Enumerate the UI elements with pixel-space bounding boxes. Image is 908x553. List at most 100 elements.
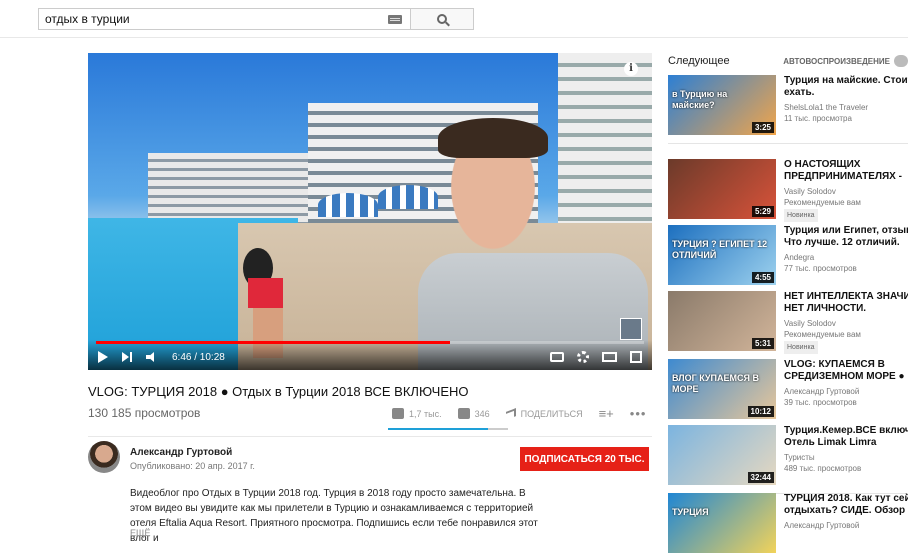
view-count: 130 185 просмотров — [88, 406, 201, 420]
share-icon — [505, 407, 516, 420]
sidebar-header: Следующее АВТОВОСПРОИЗВЕДЕНИЕ — [668, 53, 908, 69]
next-button[interactable] — [122, 352, 132, 362]
recommended-video[interactable]: 5:31 НЕТ ИНТЕЛЛЕКТА ЗНАЧИТ НЕТ ЛИЧНОСТИ. Va… — [668, 291, 908, 354]
recommended-video-channel[interactable]: Vasily Solodov — [784, 186, 836, 197]
autoplay-label: АВТОВОСПРОИЗВЕДЕНИЕ — [783, 56, 890, 66]
recommended-video-title-line2[interactable]: Что лучше. 12 отличий. — [784, 237, 908, 249]
sidebar-title: Следующее — [668, 55, 730, 67]
add-to-playlist-icon[interactable]: ≡+ — [599, 406, 614, 421]
video-player[interactable]: i 6:46 / 10:28 — [88, 53, 652, 370]
recommended-video-views: Рекомендуемые вам — [784, 330, 861, 339]
recommended-video[interactable]: ВЛОГ КУПАЕМСЯ В МОРЕ 10:12 VLOG: КУПАЕМСЯ … — [668, 359, 908, 419]
divider — [88, 436, 652, 437]
share-button[interactable]: ПОДЕЛИТЬСЯ — [505, 407, 583, 420]
channel-watermark-icon[interactable] — [620, 318, 642, 340]
recommended-video-title[interactable]: ТУРЦИЯ 2018. Как тут сейчас — [784, 493, 908, 505]
thumbnail-text: в Турцию на майские? — [672, 89, 728, 110]
video-duration: 5:31 — [751, 338, 774, 349]
video-thumbnail[interactable]: 5:31 — [668, 291, 776, 351]
subscribe-button[interactable]: ПОДПИСАТЬСЯ 20 ТЫС. — [520, 447, 649, 471]
like-ratio-bar — [388, 428, 508, 430]
like-button[interactable]: 1,7 тыс. — [392, 408, 442, 419]
badge-row: Новинка — [784, 341, 818, 354]
recommended-video-channel[interactable]: Александр Гуртовой — [784, 520, 859, 531]
recommended-video[interactable]: ТУРЦИЯ ? ЕГИПЕТ 12 ОТЛИЧИЙ 4:55 Турция или… — [668, 225, 908, 285]
separator — [668, 143, 908, 144]
recommended-video-title-line2[interactable]: отдыхать? СИДЕ. Обзор — [784, 505, 908, 517]
recommended-video-title[interactable]: НЕТ ИНТЕЛЛЕКТА ЗНАЧИТ — [784, 291, 908, 303]
thumbnail-text: ВЛОГ КУПАЕМСЯ В МОРЕ — [672, 373, 759, 394]
video-description: Видеоблог про Отдых в Турции 2018 год. Т… — [130, 488, 538, 544]
recommended-video[interactable]: 32:44 Турция.Кемер.ВСЕ включено.Отель Lim… — [668, 425, 908, 485]
avatar[interactable] — [88, 441, 120, 473]
video-duration: 3:25 — [751, 122, 774, 133]
badge-row: Новинка — [784, 209, 818, 222]
search-button[interactable] — [410, 8, 474, 30]
search-bar: отдых в турции — [38, 8, 474, 30]
thumbs-up-icon — [392, 408, 404, 419]
video-title: VLOG: ТУРЦИЯ 2018 ● Отдых в Турции 2018 … — [88, 384, 469, 399]
video-thumbnail[interactable]: ТУРЦИЯ — [668, 493, 776, 553]
new-badge: Новинка — [784, 341, 818, 354]
top-bar: отдых в турции — [0, 0, 908, 38]
more-actions-icon[interactable]: ••• — [630, 406, 647, 421]
video-duration: 10:12 — [747, 406, 774, 417]
recommended-video-title[interactable]: Турция.Кемер.ВСЕ включено. — [784, 425, 908, 437]
recommended-video-title[interactable]: О НАСТОЯЩИХ — [784, 159, 908, 171]
subtitles-icon[interactable] — [550, 352, 564, 362]
theater-mode-icon[interactable] — [602, 352, 617, 362]
recommended-video-title-line2[interactable]: Отель Limak Limra — [784, 437, 908, 449]
channel-name[interactable]: Александр Гуртовой — [130, 447, 232, 458]
recommended-video-channel[interactable]: Туристы — [784, 452, 815, 463]
video-frame-umbrella — [318, 193, 378, 217]
autoplay-toggle[interactable] — [894, 55, 908, 67]
up-next-sidebar: Следующее АВТОВОСПРОИЗВЕДЕНИЕ в Турцию н… — [668, 53, 908, 553]
recommended-video-title[interactable]: Турция или Египет, отзывы. — [784, 225, 908, 237]
info-icon[interactable]: i — [624, 62, 638, 76]
recommended-video-channel[interactable]: Andegra — [784, 252, 814, 263]
next-icon — [122, 352, 132, 362]
recommended-video-title-line2[interactable]: СРЕДИЗЕМНОМ МОРЕ ● — [784, 371, 908, 383]
recommended-video-views: 39 тыс. просмотров — [784, 398, 857, 407]
video-thumbnail[interactable]: ТУРЦИЯ ? ЕГИПЕТ 12 ОТЛИЧИЙ 4:55 — [668, 225, 776, 285]
recommended-video-channel[interactable]: Александр Гуртовой — [784, 386, 859, 397]
recommended-video-title-line2[interactable]: ПРЕДПРИНИМАТЕЛЯХ - — [784, 171, 908, 183]
recommended-video-views: 489 тыс. просмотров — [784, 464, 862, 473]
recommended-video[interactable]: ТУРЦИЯ ТУРЦИЯ 2018. Как тут сейчасотдыхат… — [668, 493, 908, 553]
recommended-video-title-line2[interactable]: ехать. — [784, 87, 908, 99]
like-ratio-fill — [388, 428, 488, 430]
recommended-video-title[interactable]: VLOG: КУПАЕМСЯ В — [784, 359, 908, 371]
recommended-video-title[interactable]: Турция на майские. Стоит ли — [784, 75, 908, 87]
video-duration: 32:44 — [747, 472, 774, 483]
video-thumbnail[interactable]: 32:44 — [668, 425, 776, 485]
like-count: 1,7 тыс. — [409, 408, 442, 419]
fullscreen-icon[interactable] — [630, 351, 642, 363]
dislike-button[interactable]: 346 — [457, 408, 490, 419]
gear-icon[interactable] — [577, 351, 589, 363]
volume-button[interactable] — [146, 352, 158, 362]
search-input[interactable]: отдых в турции — [38, 8, 410, 30]
publish-date: Опубликовано: 20 апр. 2017 г. — [130, 461, 255, 471]
play-button[interactable] — [98, 351, 108, 363]
player-controls-row: 6:46 / 10:28 — [98, 349, 642, 365]
search-query: отдых в турции — [45, 12, 130, 26]
video-thumbnail[interactable]: в Турцию на майские? 3:25 — [668, 75, 776, 135]
recommended-video-title-line2[interactable]: НЕТ ЛИЧНОСТИ. — [784, 303, 908, 315]
thumbnail-text: ТУРЦИЯ — [672, 507, 709, 517]
recommended-video[interactable]: в Турцию на майские? 3:25 Турция на майски… — [668, 75, 908, 135]
video-duration: 5:29 — [751, 206, 774, 217]
video-actions: 1,7 тыс. 346 ПОДЕЛИТЬСЯ ≡+ ••• — [392, 406, 656, 421]
video-thumbnail[interactable]: 5:29 — [668, 159, 776, 219]
progress-bar[interactable] — [96, 341, 644, 344]
new-badge: Новинка — [784, 209, 818, 222]
recommended-video-views: Рекомендуемые вам — [784, 198, 861, 207]
video-duration: 4:55 — [751, 272, 774, 283]
keyboard-icon[interactable] — [388, 15, 402, 24]
recommended-video-views: 11 тыс. просмотра — [784, 114, 852, 123]
play-icon — [98, 351, 108, 363]
recommended-video-channel[interactable]: Vasily Solodov — [784, 318, 836, 329]
video-thumbnail[interactable]: ВЛОГ КУПАЕМСЯ В МОРЕ 10:12 — [668, 359, 776, 419]
recommended-video-channel[interactable]: ShelsLola1 the Traveler — [784, 102, 868, 113]
search-icon — [437, 14, 447, 24]
recommended-video[interactable]: 5:29 О НАСТОЯЩИХ ПРЕДПРИНИМАТЕЛЯХ - Vasily … — [668, 159, 908, 222]
